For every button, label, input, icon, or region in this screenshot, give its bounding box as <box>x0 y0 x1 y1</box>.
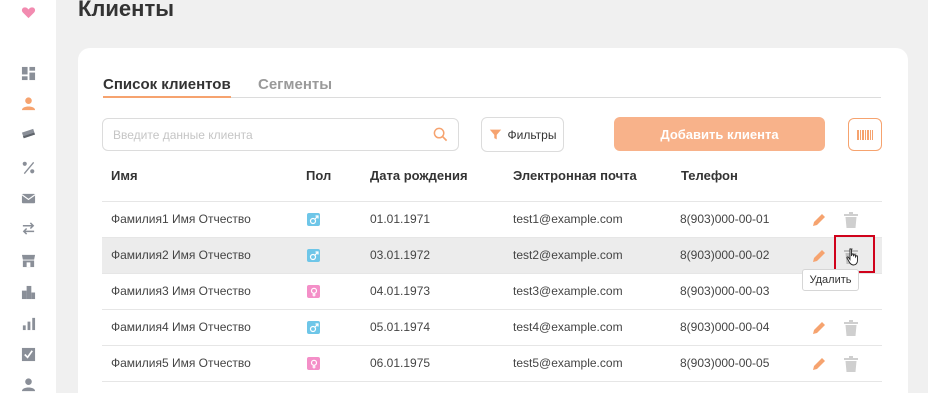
birth-date: 01.01.1971 <box>370 212 431 226</box>
table-header: Имя Пол Дата рождения Электронная почта … <box>102 158 882 202</box>
header-phone[interactable]: Телефон <box>681 168 738 183</box>
client-name: Фамилия2 Имя Отчество <box>111 248 251 262</box>
birth-date: 05.01.1974 <box>370 320 431 334</box>
trash-icon[interactable] <box>844 212 858 228</box>
person-icon[interactable] <box>20 376 36 392</box>
sidebar <box>0 0 56 393</box>
tab-client-list[interactable]: Список клиентов <box>103 76 231 98</box>
table-row[interactable]: Фамилия4 Имя Отчество 05.01.1974 test4@e… <box>102 310 882 346</box>
search-input[interactable] <box>103 119 423 150</box>
table-row[interactable]: Фамилия2 Имя Отчество 03.01.1972 test2@e… <box>102 238 882 274</box>
barcode-button[interactable] <box>848 118 882 151</box>
dashboard-icon[interactable] <box>20 65 36 81</box>
email: test2@example.com <box>513 248 623 262</box>
client-name: Фамилия1 Имя Отчество <box>111 212 251 226</box>
header-birth[interactable]: Дата рождения <box>370 168 468 183</box>
mail-icon[interactable] <box>20 190 36 206</box>
pencil-icon[interactable] <box>811 356 827 372</box>
pencil-icon[interactable] <box>811 248 827 264</box>
percent-icon[interactable] <box>20 159 36 175</box>
user-icon[interactable] <box>20 95 36 111</box>
phone: 8(903)000-00-05 <box>680 356 770 370</box>
pencil-icon[interactable] <box>811 320 827 336</box>
header-gender[interactable]: Пол <box>306 168 331 183</box>
birth-date: 06.01.1975 <box>370 356 431 370</box>
phone: 8(903)000-00-04 <box>680 320 770 334</box>
email: test1@example.com <box>513 212 623 226</box>
pencil-icon[interactable] <box>811 212 827 228</box>
female-icon <box>307 285 320 298</box>
phone: 8(903)000-00-02 <box>680 248 770 262</box>
checklist-icon[interactable] <box>20 346 36 362</box>
tooltip: Удалить <box>802 269 859 291</box>
hand-cursor-icon <box>846 248 858 266</box>
email: test3@example.com <box>513 284 623 298</box>
tab-bar: Список клиентов Сегменты <box>103 76 881 98</box>
trash-icon[interactable] <box>844 320 858 336</box>
header-email[interactable]: Электронная почта <box>513 168 637 183</box>
barcode-icon <box>857 129 873 140</box>
email: test4@example.com <box>513 320 623 334</box>
client-name: Фамилия4 Имя Отчество <box>111 320 251 334</box>
search-icon[interactable] <box>433 127 448 142</box>
buildings-icon[interactable] <box>20 284 36 300</box>
client-name: Фамилия5 Имя Отчество <box>111 356 251 370</box>
heart-logo-icon[interactable] <box>20 4 36 20</box>
male-icon <box>307 321 320 334</box>
filter-label: Фильтры <box>507 127 557 142</box>
table-row[interactable]: Фамилия3 Имя Отчество 04.01.1973 test3@e… <box>102 274 882 310</box>
header-name[interactable]: Имя <box>111 168 138 183</box>
trash-icon[interactable] <box>844 356 858 372</box>
search-box <box>102 118 459 151</box>
add-client-button[interactable]: Добавить клиента <box>614 117 825 151</box>
table-row[interactable]: Фамилия1 Имя Отчество 01.01.1971 test1@e… <box>102 202 882 238</box>
clients-card: Список клиентов Сегменты Фильтры Добавит… <box>78 48 908 393</box>
page-title: Клиенты <box>78 0 175 21</box>
exchange-icon[interactable] <box>20 220 36 236</box>
card-icon[interactable] <box>20 126 36 142</box>
filter-icon <box>489 129 501 140</box>
tab-segments[interactable]: Сегменты <box>258 76 332 93</box>
phone: 8(903)000-00-01 <box>680 212 770 226</box>
store-icon[interactable] <box>20 252 36 268</box>
table-row[interactable]: Фамилия5 Имя Отчество 06.01.1975 test5@e… <box>102 346 882 382</box>
filter-button[interactable]: Фильтры <box>481 117 564 152</box>
client-name: Фамилия3 Имя Отчество <box>111 284 251 298</box>
birth-date: 04.01.1973 <box>370 284 431 298</box>
male-icon <box>307 249 320 262</box>
female-icon <box>307 357 320 370</box>
phone: 8(903)000-00-03 <box>680 284 770 298</box>
email: test5@example.com <box>513 356 623 370</box>
male-icon <box>307 213 320 226</box>
bar-chart-icon[interactable] <box>20 315 36 331</box>
birth-date: 03.01.1972 <box>370 248 431 262</box>
